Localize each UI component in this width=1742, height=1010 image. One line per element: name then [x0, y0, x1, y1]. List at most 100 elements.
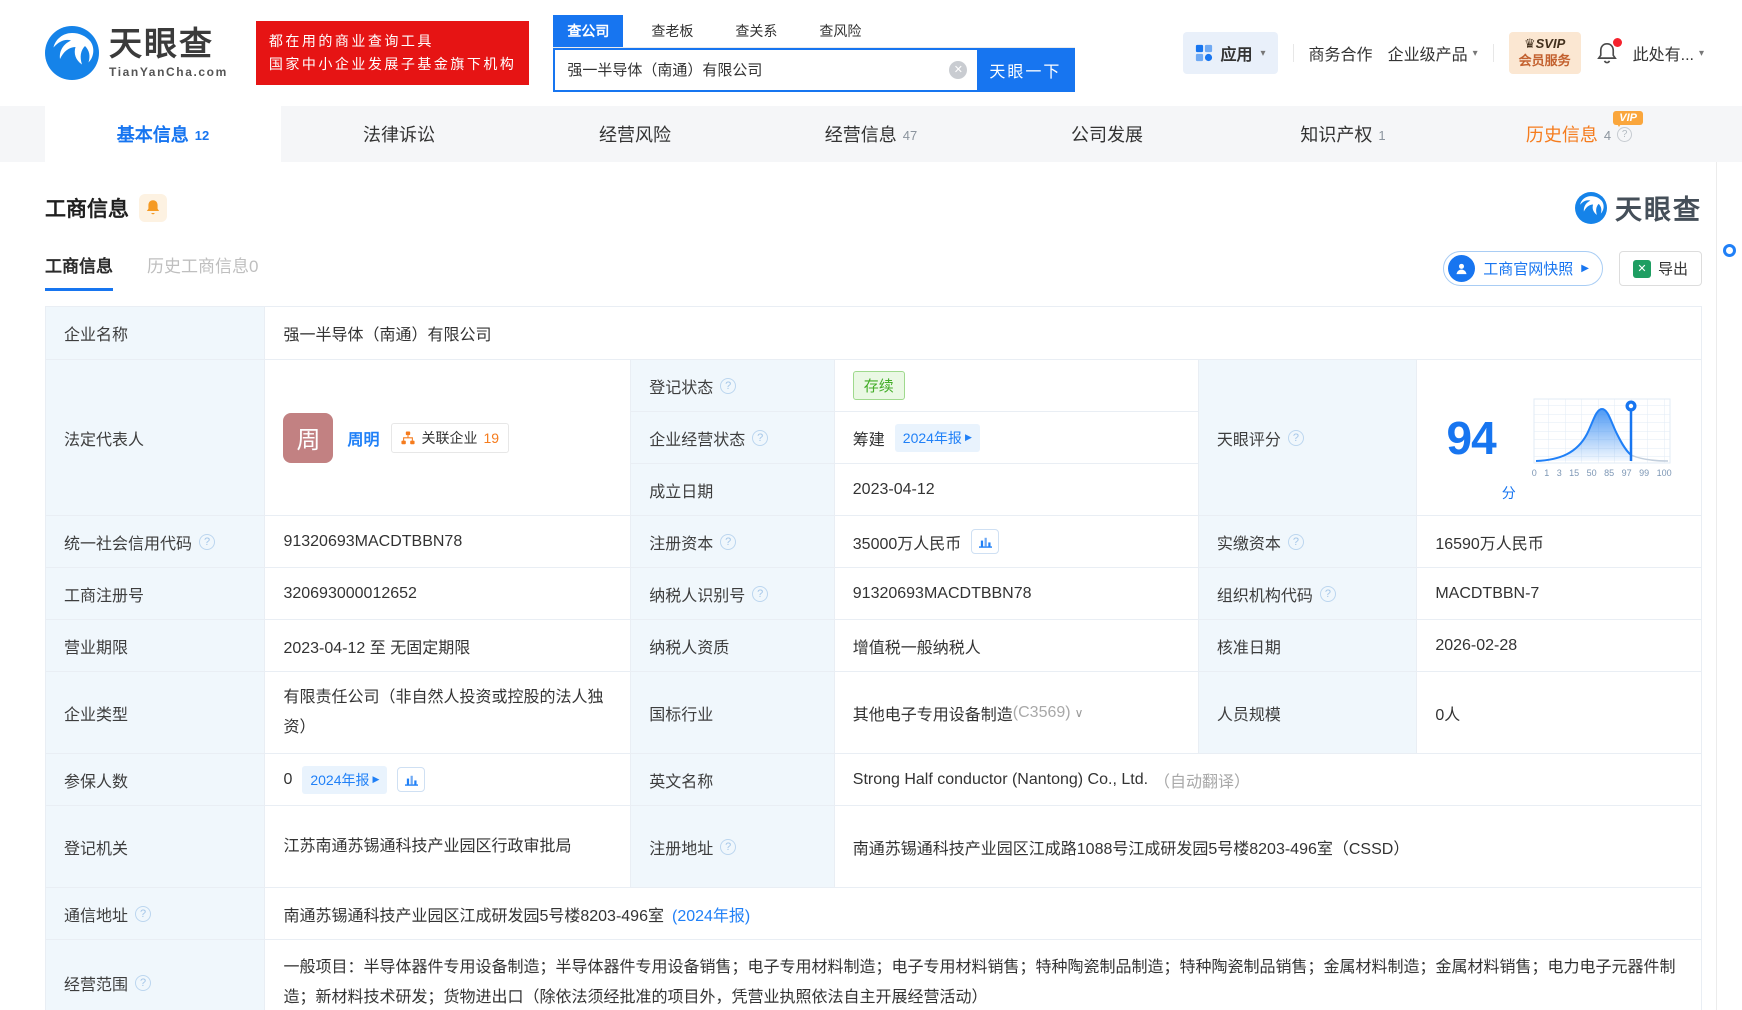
biz-cooperation-menu[interactable]: 商务合作 — [1309, 41, 1373, 65]
staff-size-label: 人员规模 — [1197, 671, 1417, 753]
promo-banner: 都在用的商业查询工具 国家中小企业发展子基金旗下机构 — [255, 20, 530, 86]
operating-status-cell: 筹建 2024年报 ▶ — [833, 411, 1198, 463]
annual-report-badge[interactable]: 2024年报 ▶ — [302, 765, 388, 794]
business-term-label: 营业期限 — [46, 619, 265, 671]
legal-rep-avatar[interactable]: 周 — [283, 412, 334, 463]
help-icon[interactable]: ? — [720, 377, 737, 394]
help-icon[interactable]: ? — [1319, 585, 1336, 602]
brand-name: 天眼查 — [109, 25, 214, 62]
search-tab-company[interactable]: 查公司 — [553, 14, 624, 47]
staff-size-value: 0人 — [1416, 671, 1701, 753]
reg-number-value: 320693000012652 — [264, 567, 631, 619]
tab-company-development[interactable]: 公司发展 — [989, 106, 1225, 162]
section-title: 工商信息 — [45, 197, 129, 221]
help-icon[interactable]: ? — [720, 533, 737, 550]
reg-address-label: 注册地址 ? — [630, 805, 834, 887]
credit-code-value: 91320693MACDTBBN78 — [264, 515, 631, 567]
english-name-label: 英文名称 — [630, 753, 834, 805]
clear-search-icon[interactable]: ✕ — [949, 60, 968, 79]
search-tab-boss[interactable]: 查老板 — [637, 15, 707, 47]
legal-rep-cell: 周 周明 关联企业 19 — [264, 359, 631, 515]
help-icon[interactable]: ? — [1287, 429, 1304, 446]
related-companies-label: 关联企业 — [421, 429, 478, 446]
side-tool-dot[interactable] — [1723, 244, 1736, 257]
legal-rep-label: 法定代表人 — [46, 359, 265, 515]
vip-badge: VIP — [1613, 111, 1643, 127]
registry-label: 登记机关 — [46, 805, 265, 887]
industry-cell: 其他电子专用设备制造 (C3569) ∨ — [833, 671, 1198, 753]
tab-operation-risk[interactable]: 经营风险 — [517, 106, 753, 162]
subtab-history-business-info[interactable]: 历史工商信息0 — [147, 252, 258, 291]
legal-rep-name-link[interactable]: 周明 — [347, 426, 379, 450]
tab-count: 1 — [1378, 128, 1386, 143]
crown-icon: ♛ — [1523, 36, 1536, 52]
taxpayer-quality-value: 增值税一般纳税人 — [833, 619, 1198, 671]
english-name-value: Strong Half conductor (Nantong) Co., Ltd… — [852, 770, 1149, 788]
business-info-table: 企业名称 强一半导体（南通）有限公司 法定代表人 周 周明 关联企业 19 登记… — [45, 306, 1702, 1010]
apps-menu[interactable]: 应用 ▾ — [1182, 32, 1278, 74]
tab-operation-info[interactable]: 经营信息 47 — [753, 106, 989, 162]
chevron-down-icon: ▾ — [1698, 47, 1704, 59]
page-header: 天眼查 TianYanCha.com 都在用的商业查询工具 国家中小企业发展子基… — [0, 0, 1742, 106]
search-box: ✕ 天眼一下 — [553, 47, 1076, 92]
tab-history-info[interactable]: VIP 历史信息 4 ? — [1461, 106, 1697, 162]
main-content: 工商信息 天眼查 工商信息 历史工商信息0 工商官网快照 ▶ ✕ 导出 企业名称… — [0, 188, 1742, 1010]
help-icon[interactable]: ? — [199, 533, 216, 550]
tab-legal-litigation[interactable]: 法律诉讼 — [281, 106, 517, 162]
subscribe-bell-button[interactable] — [139, 193, 167, 222]
help-icon[interactable]: ? — [135, 974, 152, 991]
user-account-menu[interactable]: 此处有... ▾ — [1633, 41, 1704, 65]
subtab-business-info[interactable]: 工商信息 — [45, 252, 113, 291]
insured-count-value: 0 — [283, 770, 293, 788]
tab-basic-info[interactable]: 基本信息 12 — [45, 106, 281, 162]
search-button[interactable]: 天眼一下 — [977, 47, 1074, 92]
score-unit: 分 — [1501, 485, 1516, 501]
help-icon[interactable]: ? — [752, 429, 769, 446]
header-menu: 应用 ▾ 商务合作 企业级产品 ▾ ♛SVIP 会员服务 此处有... ▾ — [1182, 32, 1704, 74]
svip-service-label: 会员服务 — [1518, 53, 1571, 68]
notifications-bell[interactable] — [1596, 38, 1622, 65]
help-icon[interactable]: ? — [752, 585, 769, 602]
tianyancha-logo[interactable]: 天眼查 TianYanCha.com — [45, 26, 228, 80]
insured-chart-button[interactable] — [397, 767, 426, 792]
credit-code-label: 统一社会信用代码 ? — [46, 515, 265, 567]
brand-domain: TianYanCha.com — [109, 65, 228, 79]
search-tab-risk[interactable]: 查风险 — [805, 15, 875, 47]
paid-capital-value: 16590万人民币 — [1416, 515, 1701, 567]
svip-member-badge[interactable]: ♛SVIP 会员服务 — [1508, 32, 1581, 74]
tianyan-score-cell[interactable]: 94 分 0 1 3 15 50 85 97 99 100 — [1416, 359, 1701, 515]
official-snapshot-button[interactable]: 工商官网快照 ▶ — [1443, 251, 1603, 286]
search-tab-relation[interactable]: 查关系 — [721, 15, 791, 47]
biz-cooperation-label: 商务合作 — [1308, 47, 1373, 64]
help-icon[interactable]: ? — [1287, 533, 1304, 550]
company-name-label: 企业名称 — [46, 307, 265, 359]
established-date-value: 2023-04-12 — [833, 463, 1198, 515]
enterprise-product-menu[interactable]: 企业级产品 ▾ — [1388, 41, 1478, 65]
annual-report-link[interactable]: (2024年报) — [672, 902, 750, 926]
annual-report-badge[interactable]: 2024年报 ▶ — [894, 423, 980, 452]
promo-banner-line1: 都在用的商业查询工具 — [268, 32, 434, 49]
notification-dot — [1612, 38, 1622, 47]
related-companies-badge[interactable]: 关联企业 19 — [391, 422, 510, 453]
approval-date-value: 2026-02-28 — [1416, 619, 1701, 671]
tab-intellectual-property[interactable]: 知识产权 1 — [1225, 106, 1461, 162]
score-value: 94 — [1446, 411, 1497, 464]
chevron-down-icon[interactable]: ∨ — [1075, 706, 1084, 720]
export-button[interactable]: ✕ 导出 — [1618, 251, 1702, 286]
reg-capital-label: 注册资本 ? — [630, 515, 834, 567]
chevron-down-icon: ▾ — [1472, 47, 1478, 59]
search-area: 查公司 查老板 查关系 查风险 ✕ 天眼一下 — [553, 14, 1076, 92]
search-input[interactable] — [555, 49, 950, 90]
search-tabs: 查公司 查老板 查关系 查风险 — [553, 14, 1076, 48]
chevron-down-icon: ▾ — [1260, 47, 1266, 59]
reg-status-cell: 存续 — [833, 359, 1198, 411]
approval-date-label: 核准日期 — [1197, 619, 1417, 671]
score-distribution-chart: 0 1 3 15 50 85 97 99 100 — [1532, 397, 1672, 478]
enterprise-product-label: 企业级产品 — [1387, 47, 1468, 64]
play-arrow-icon: ▶ — [964, 432, 972, 442]
capital-chart-button[interactable] — [971, 529, 1000, 554]
help-icon[interactable]: ? — [720, 838, 737, 855]
mail-address-cell: 南通苏锡通科技产业园区江成研发园5号楼8203-496室 (2024年报) — [264, 887, 1701, 939]
help-icon[interactable]: ? — [135, 905, 152, 922]
play-arrow-icon: ▶ — [1581, 263, 1589, 274]
